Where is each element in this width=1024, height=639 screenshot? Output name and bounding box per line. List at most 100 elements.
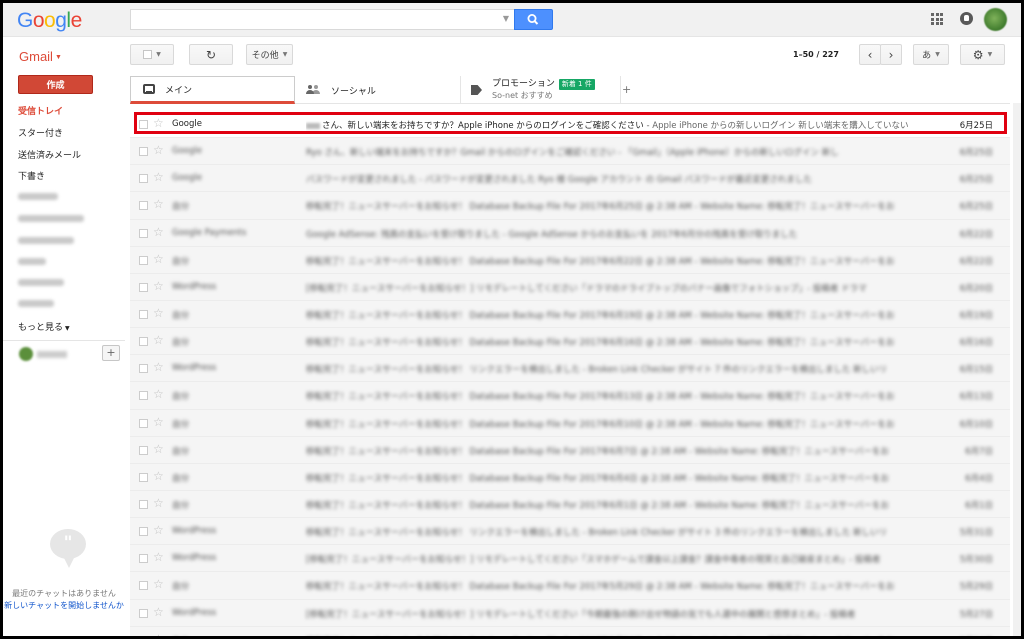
star-icon[interactable]: ☆: [153, 197, 164, 211]
google-logo[interactable]: Google: [17, 9, 82, 33]
top-bar: Google ▼: [3, 3, 1021, 37]
sidebar-item-redacted[interactable]: [18, 215, 84, 222]
email-row[interactable]: ☆ 自分 移転完了！ニュースサーバーをお知らせ！ Database Backup F…: [130, 490, 1010, 519]
row-checkbox[interactable]: [139, 445, 148, 455]
star-icon[interactable]: ☆: [153, 605, 164, 619]
sidebar-item-inbox[interactable]: 受信トレイ: [18, 104, 63, 117]
email-date: 6月4日: [965, 473, 993, 484]
sidebar-item-sent[interactable]: 送信済みメール: [18, 148, 81, 161]
notifications-icon[interactable]: [960, 12, 973, 25]
email-row[interactable]: ☆ 自分 移転完了！ニュースサーバーをお知らせ！ Database Backup F…: [130, 626, 1010, 636]
row-checkbox[interactable]: [139, 499, 148, 509]
email-row[interactable]: ☆ Google パスワードが変更されました - パスワードが変更されました Ryo…: [130, 165, 1010, 193]
star-icon[interactable]: ☆: [153, 496, 164, 510]
star-icon[interactable]: ☆: [153, 550, 164, 564]
tab-social[interactable]: ソーシャル: [295, 76, 460, 104]
star-icon[interactable]: ☆: [153, 523, 164, 537]
tab-divider: [620, 76, 621, 103]
add-chat-button[interactable]: +: [102, 345, 120, 361]
star-icon[interactable]: ☆: [153, 225, 164, 239]
row-checkbox[interactable]: [139, 418, 148, 428]
select-checkbox-button[interactable]: ▼: [130, 44, 174, 65]
start-chat-link[interactable]: 新しいチャットを開始しませんか: [3, 600, 125, 612]
email-row[interactable]: ☆ Google Ryo さん、新しい端末をお持ちですか？Gmail からのログイン…: [130, 138, 1010, 166]
star-icon[interactable]: ☆: [153, 387, 164, 401]
search-input[interactable]: ▼: [130, 9, 515, 30]
star-icon[interactable]: ☆: [153, 632, 164, 636]
next-page-button[interactable]: ›: [880, 44, 902, 65]
gmail-menu[interactable]: Gmail ▼: [19, 49, 62, 64]
star-icon[interactable]: ☆: [153, 360, 164, 374]
star-icon[interactable]: ☆: [153, 279, 164, 293]
star-icon[interactable]: ☆: [153, 442, 164, 456]
chat-user-name[interactable]: [37, 351, 67, 358]
prev-page-button[interactable]: ‹: [859, 44, 881, 65]
email-sender: Google: [172, 173, 202, 184]
email-sender: WordPress: [172, 607, 217, 618]
input-tools-button[interactable]: あ ▼: [913, 44, 949, 65]
email-row[interactable]: ☆ WordPress [移転完了！ニュースサーバーをお知らせ！] リモデレートして…: [130, 273, 1010, 301]
refresh-button[interactable]: ↻: [189, 44, 233, 65]
row-checkbox[interactable]: [139, 391, 148, 401]
email-row[interactable]: ☆ 自分 移転完了！ニュースサーバーをお知らせ！ Database Backup F…: [130, 463, 1010, 491]
account-avatar[interactable]: [984, 8, 1007, 31]
more-button[interactable]: その他 ▼: [246, 44, 293, 65]
search-options-icon[interactable]: ▼: [503, 14, 509, 23]
star-icon[interactable]: ☆: [153, 333, 164, 347]
row-checkbox[interactable]: [139, 255, 148, 265]
sidebar-item-redacted[interactable]: [18, 279, 64, 286]
email-row[interactable]: ☆ 自分 移転完了！ニュースサーバーをお知らせ！ Database Backup F…: [130, 572, 1010, 600]
row-checkbox[interactable]: [139, 581, 148, 591]
star-icon[interactable]: ☆: [153, 170, 164, 184]
email-row[interactable]: ☆ 自分 移転完了！ニュースサーバーをお知らせ！ Database Backup F…: [130, 436, 1010, 464]
input-tools-label: あ: [922, 51, 932, 61]
sidebar-item-redacted[interactable]: [18, 258, 46, 265]
logo-letter: g: [55, 9, 67, 32]
row-checkbox[interactable]: [139, 228, 148, 238]
row-checkbox[interactable]: [139, 608, 148, 618]
sidebar-item-redacted[interactable]: [18, 237, 74, 244]
search-button[interactable]: [514, 9, 553, 30]
row-checkbox[interactable]: [139, 309, 148, 319]
scrollbar[interactable]: [1013, 103, 1021, 636]
row-checkbox[interactable]: [139, 527, 148, 537]
email-row[interactable]: ☆ WordPress 移転完了！ニュースサーバーをお知らせ！ リンクエラーを検出し…: [130, 355, 1010, 383]
row-checkbox[interactable]: [139, 337, 148, 347]
email-row[interactable]: ☆ 自分 移転完了！ニュースサーバーをお知らせ！ Database Backup F…: [130, 409, 1010, 437]
row-checkbox[interactable]: [139, 364, 148, 374]
row-checkbox[interactable]: [139, 147, 148, 157]
email-row[interactable]: ☆ 自分 移転完了！ニュースサーバーをお知らせ！ Database Backup F…: [130, 246, 1010, 274]
sidebar-item-drafts[interactable]: 下書き: [18, 169, 45, 182]
email-row[interactable]: ☆ WordPress [移転完了！ニュースサーバーをお知らせ！] リモデレートして…: [130, 545, 1010, 573]
star-icon[interactable]: ☆: [153, 252, 164, 266]
email-row[interactable]: ☆ 自分 移転完了！ニュースサーバーをお知らせ！ Database Backup F…: [130, 192, 1010, 220]
email-row[interactable]: ☆ Google Payments Google AdSense: 残高の支払いを受…: [130, 219, 1010, 247]
sidebar-item-starred[interactable]: スター付き: [18, 126, 63, 139]
row-checkbox[interactable]: [139, 472, 148, 482]
row-checkbox[interactable]: [139, 554, 148, 564]
email-row[interactable]: ☆ 自分 移転完了！ニュースサーバーをお知らせ！ Database Backup F…: [130, 328, 1010, 356]
email-sender: 自分: [172, 635, 189, 636]
email-row[interactable]: ☆ 自分 移転完了！ニュースサーバーをお知らせ！ Database Backup F…: [130, 382, 1010, 410]
row-checkbox[interactable]: [139, 174, 148, 184]
apps-grid-icon[interactable]: [931, 13, 943, 25]
compose-button[interactable]: 作成: [18, 75, 93, 94]
email-row[interactable]: ☆ WordPress [移転完了！ニュースサーバーをお知らせ！] リモデレートして…: [130, 599, 1010, 627]
row-checkbox[interactable]: [139, 282, 148, 292]
tab-primary[interactable]: メイン: [130, 76, 295, 104]
star-icon[interactable]: ☆: [153, 306, 164, 320]
chat-user-avatar[interactable]: [19, 347, 33, 361]
sidebar-item-redacted[interactable]: [18, 300, 54, 307]
tab-promotions[interactable]: プロモーション 新着 1 件 So-net おすすめ: [460, 76, 620, 104]
sidebar-more[interactable]: もっと見る ▼: [18, 320, 70, 333]
star-icon[interactable]: ☆: [153, 577, 164, 591]
star-icon[interactable]: ☆: [153, 415, 164, 429]
email-row[interactable]: ☆ 自分 移転完了！ニュースサーバーをお知らせ！ Database Backup F…: [130, 300, 1010, 329]
star-icon[interactable]: ☆: [153, 143, 164, 157]
add-tab-button[interactable]: +: [622, 83, 631, 96]
sidebar-item-redacted[interactable]: [18, 193, 58, 200]
row-checkbox[interactable]: [139, 201, 148, 211]
email-row[interactable]: ☆ WordPress 移転完了！ニュースサーバーをお知らせ！ リンクエラーを検出し…: [130, 518, 1010, 546]
star-icon[interactable]: ☆: [153, 469, 164, 483]
settings-button[interactable]: ⚙ ▼: [960, 44, 1005, 65]
